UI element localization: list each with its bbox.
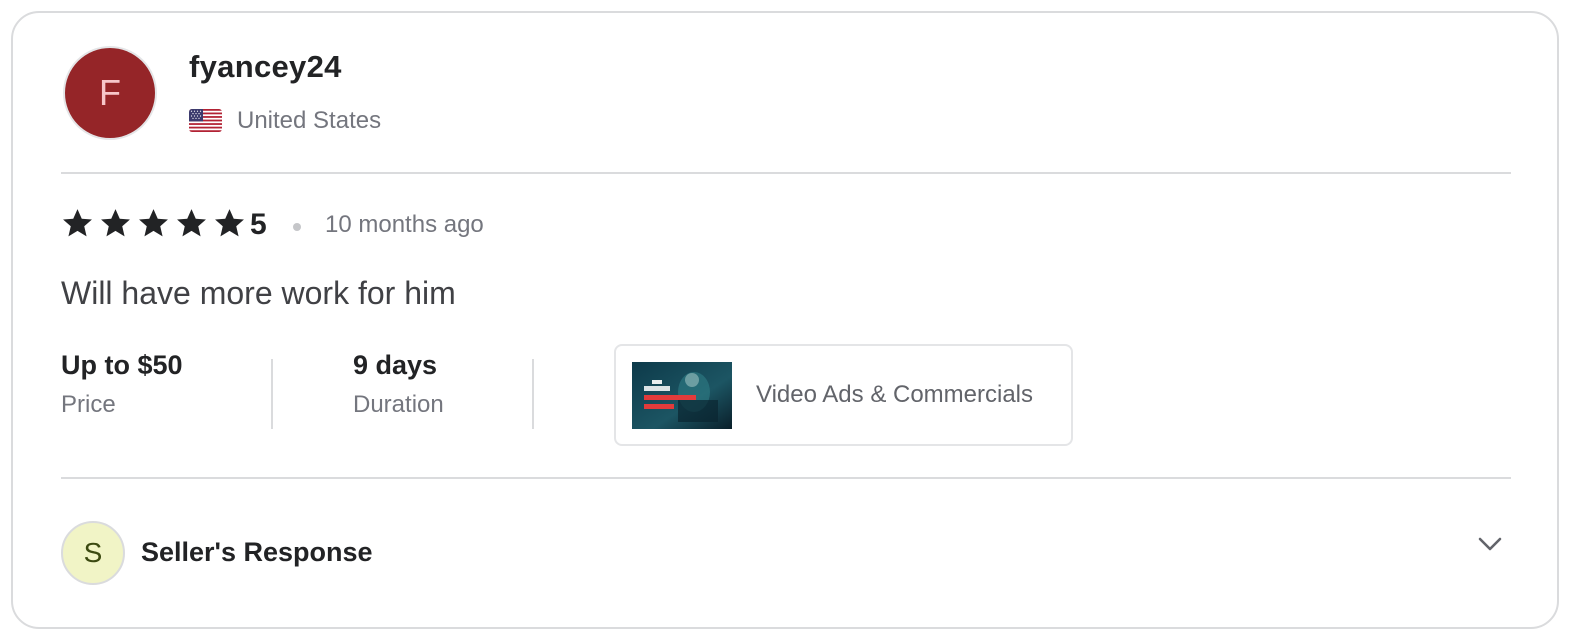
star-icon bbox=[139, 209, 168, 237]
star-icon bbox=[101, 209, 130, 237]
rating-value: 5 bbox=[250, 208, 267, 241]
response-divider bbox=[61, 477, 1511, 479]
separator-dot bbox=[293, 223, 301, 231]
seller-response-title[interactable]: Seller's Response bbox=[141, 537, 373, 568]
duration-value: 9 days bbox=[353, 350, 438, 380]
meta-separator bbox=[532, 359, 534, 429]
duration-label: Duration bbox=[353, 391, 444, 418]
price-label: Price bbox=[61, 391, 116, 418]
star-icon bbox=[63, 209, 92, 237]
gig-category: Video Ads & Commercials bbox=[756, 381, 1034, 408]
duration-info: 9 days Duration bbox=[353, 350, 444, 419]
price-value: Up to $50 bbox=[61, 350, 183, 380]
header-divider bbox=[61, 172, 1511, 174]
review-text: Will have more work for him bbox=[61, 275, 456, 311]
chevron-down-icon[interactable] bbox=[1475, 533, 1505, 557]
price-info: Up to $50 Price bbox=[61, 350, 183, 419]
meta-separator bbox=[271, 359, 273, 429]
review-time-ago: 10 months ago bbox=[325, 211, 484, 238]
star-icon bbox=[215, 209, 244, 237]
reviewer-country: United States bbox=[237, 107, 382, 134]
seller-avatar: S bbox=[61, 521, 125, 585]
star-icon bbox=[177, 209, 206, 237]
rating-stars bbox=[61, 207, 246, 240]
review-card: F fyancey24 United States 5 10 months ag… bbox=[11, 11, 1559, 629]
seller-avatar-initial: S bbox=[83, 537, 103, 568]
gig-card[interactable]: Video Ads & Commercials bbox=[614, 344, 1073, 446]
reviewer-avatar-initial: F bbox=[99, 72, 121, 113]
reviewer-username[interactable]: fyancey24 bbox=[189, 49, 342, 85]
us-flag-icon bbox=[189, 109, 222, 132]
reviewer-avatar[interactable]: F bbox=[63, 46, 157, 140]
gig-thumbnail-image bbox=[632, 361, 732, 429]
